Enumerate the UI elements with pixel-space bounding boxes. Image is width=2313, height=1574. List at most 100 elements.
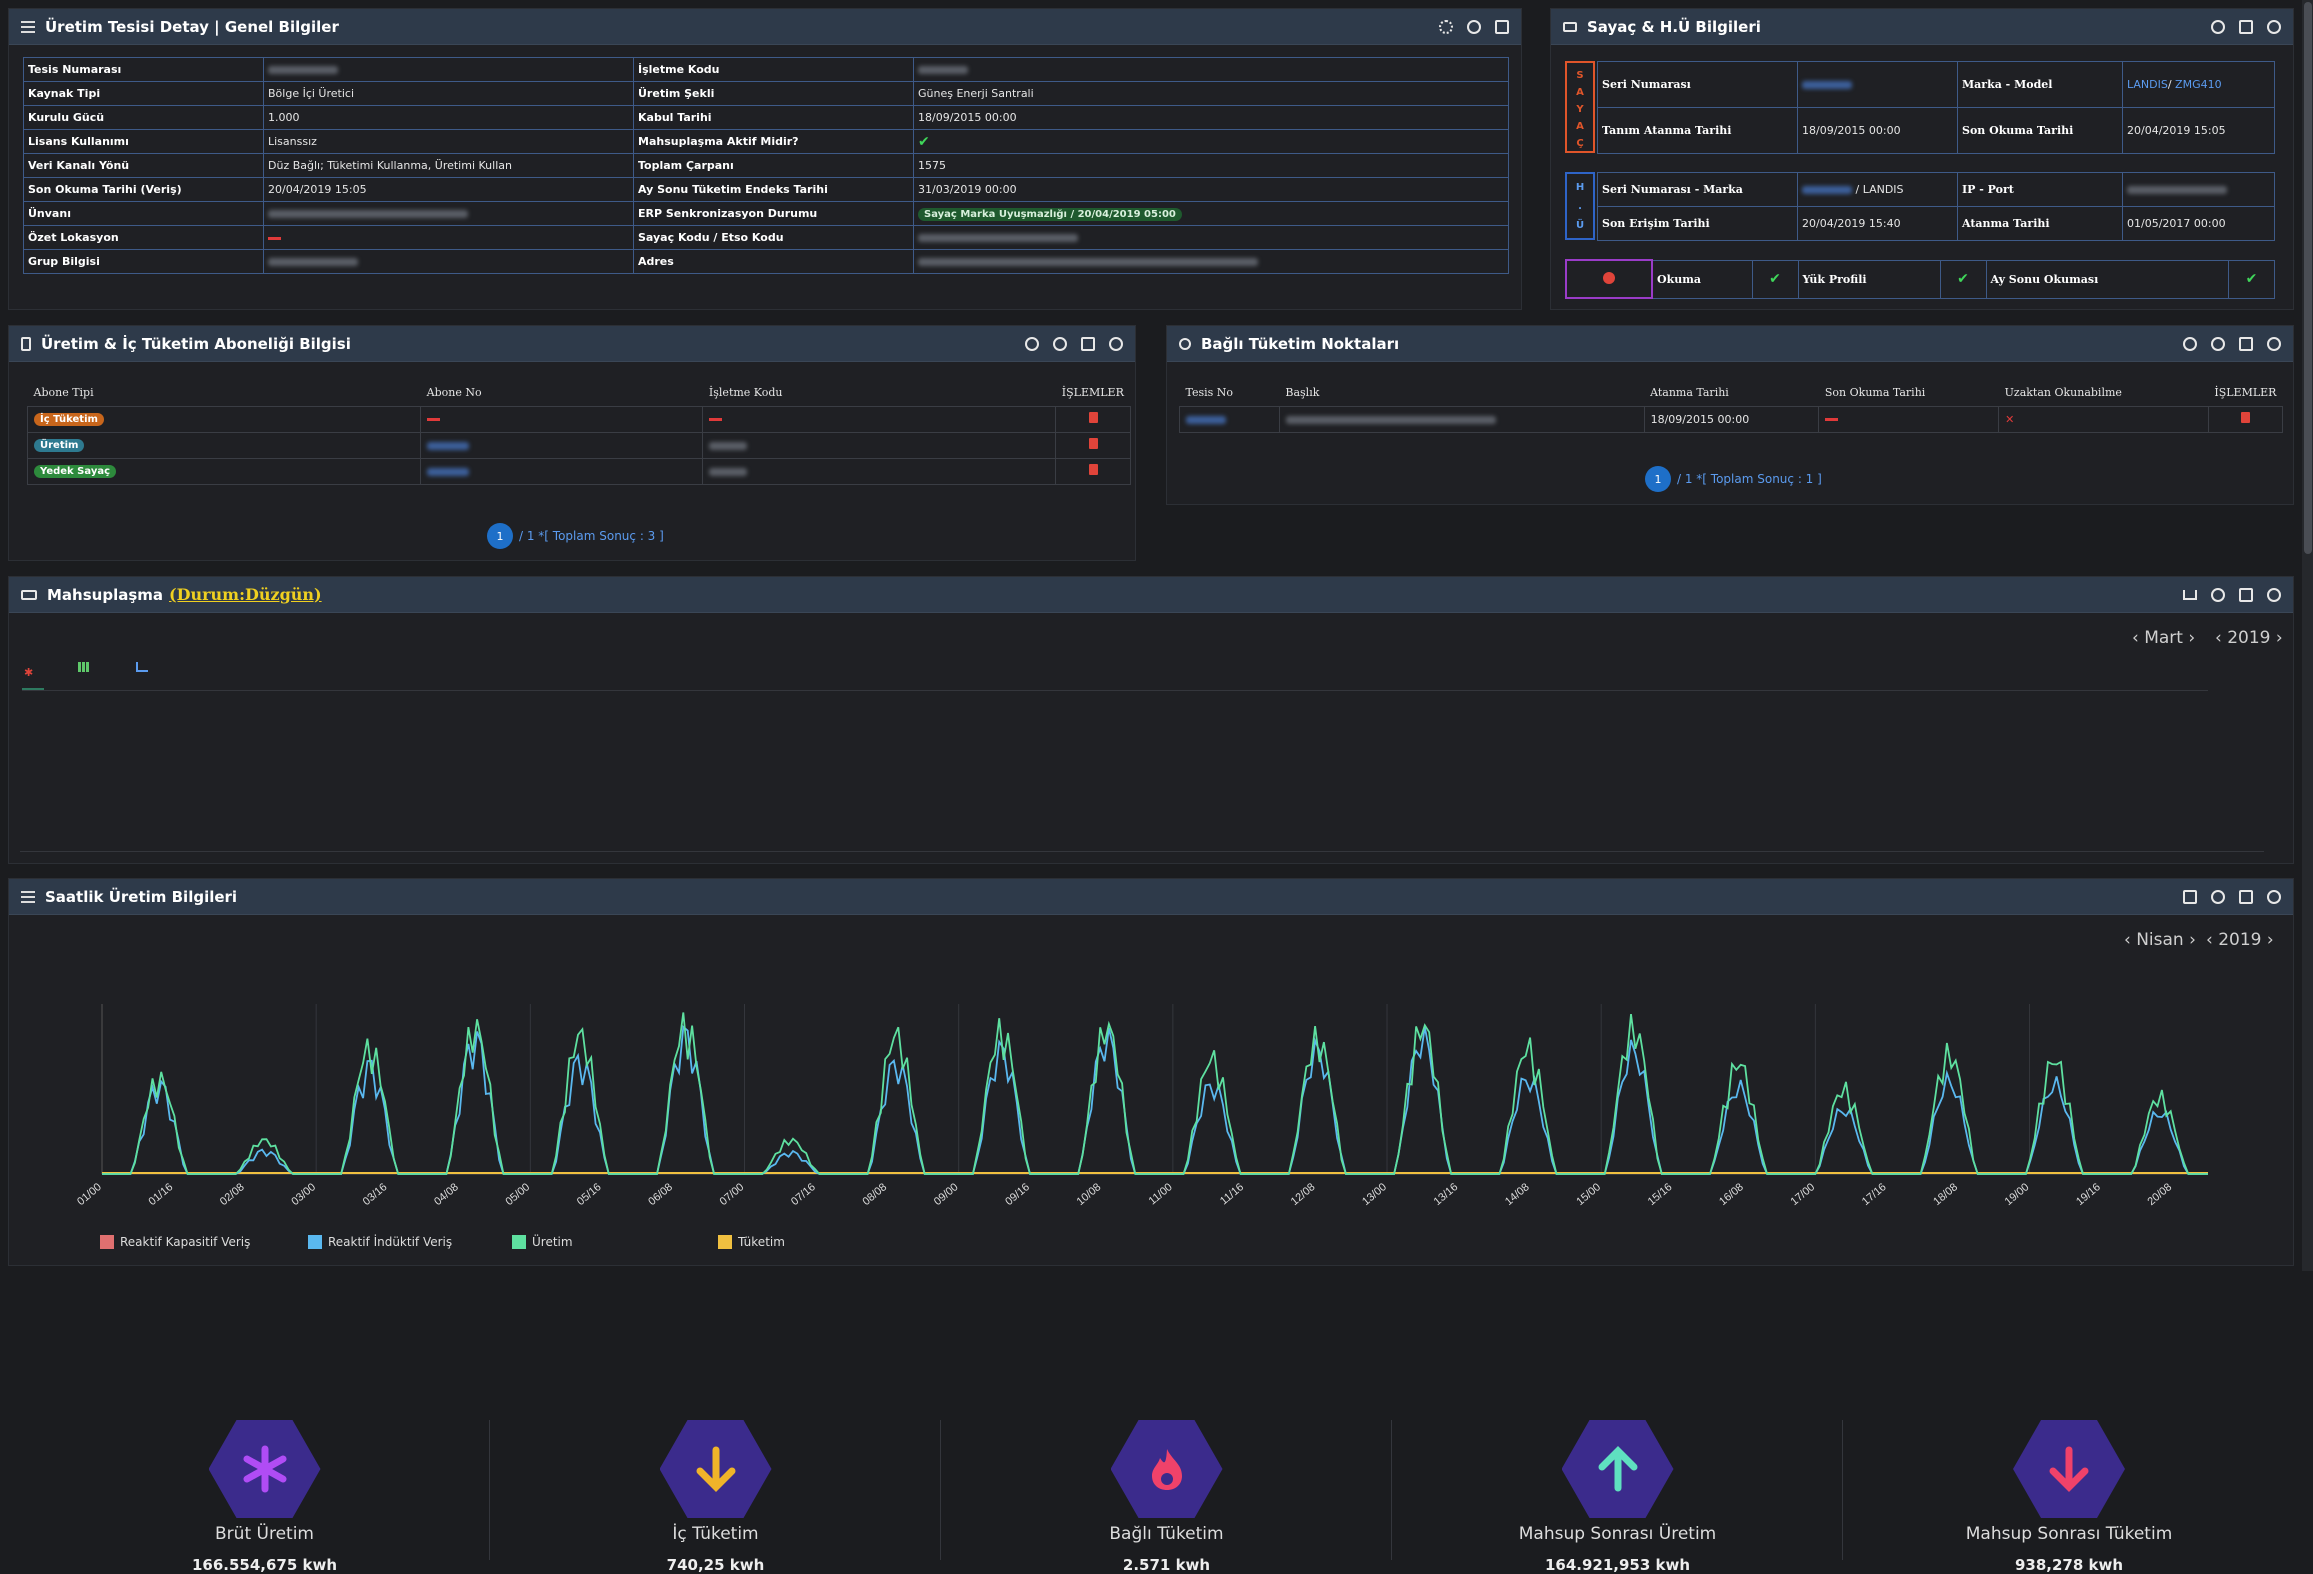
page-total: / 1 *[ Toplam Sonuç : 3 ]	[519, 529, 664, 543]
hu-vertical-label: H. Ü	[1565, 172, 1595, 240]
collapse-icon[interactable]	[2267, 587, 2281, 602]
collapse-icon[interactable]	[2267, 889, 2281, 904]
add-icon[interactable]	[1025, 336, 1039, 351]
stat-value: 2.571	[1122, 1556, 1171, 1574]
x-tick-label: 09/00	[932, 1181, 961, 1208]
seri-value	[1802, 81, 1852, 89]
expand-icon[interactable]	[2239, 889, 2253, 904]
stat-hexagon	[1561, 1420, 1674, 1518]
abone-tipi-badge: Yedek Sayaç	[34, 465, 117, 478]
x-tick-label: 19/16	[2074, 1181, 2103, 1208]
settings-icon[interactable]	[1439, 19, 1453, 34]
netting-stats-row: Brüt Üretim 166.554,675 kwh İç Tüketim 740,…	[20, 710, 2264, 1574]
hourly-title: Saatlik Üretim Bilgileri	[45, 887, 238, 906]
netting-tab-summary[interactable]: ✱	[22, 662, 44, 690]
x-tick-label: 10/08	[1075, 1181, 1104, 1208]
general-info-row: Lisans Kullanımı Lisanssız Mahsuplaşma Akt…	[23, 129, 1509, 154]
general-label: ERP Senkronizasyon Durumu	[633, 201, 914, 226]
table-row: İç Tüketim	[26, 405, 1131, 433]
delete-icon[interactable]	[1088, 412, 1098, 423]
x-tick-label: 18/08	[1931, 1181, 1960, 1208]
refresh-icon[interactable]	[1053, 336, 1067, 351]
abone-no-link[interactable]	[427, 441, 470, 450]
connected-title: Bağlı Tüketim Noktaları	[1201, 334, 1400, 353]
stat-label: Mahsup Sonrası Üretim	[1518, 1524, 1717, 1544]
x-tick-label: 16/08	[1717, 1181, 1746, 1208]
isletme-kodu-value	[709, 441, 748, 450]
arrow-down-icon	[691, 1444, 741, 1498]
subscription-panel: Üretim & İç Tüketim Aboneliği Bilgisi Ab…	[8, 325, 1136, 561]
general-value: 18/09/2015 00:00	[913, 105, 1509, 130]
stat-hexagon	[208, 1420, 321, 1518]
expand-icon[interactable]	[2239, 19, 2253, 34]
hourly-month-nav[interactable]: ‹ Nisan ›	[2124, 930, 2196, 950]
general-label: Ay Sonu Tüketim Endeks Tarihi	[633, 177, 914, 202]
table-icon[interactable]	[2183, 889, 2197, 904]
collapse-icon[interactable]	[2267, 19, 2281, 34]
legend-item[interactable]: Tüketim	[718, 1235, 785, 1249]
expand-icon[interactable]	[2239, 587, 2253, 602]
page-button[interactable]: 1	[1645, 466, 1671, 492]
x-tick-label: 08/08	[860, 1181, 889, 1208]
delete-icon[interactable]	[1088, 464, 1098, 475]
netting-month-nav[interactable]: ‹ Mart ›	[2132, 628, 2195, 648]
x-tick-label: 17/00	[1788, 1181, 1817, 1208]
netting-tab-table[interactable]	[78, 662, 92, 676]
son-okuma-empty	[1825, 418, 1839, 421]
connected-pagination: 1 / 1 *[ Toplam Sonuç : 1 ]	[1645, 466, 1822, 492]
delete-icon[interactable]	[2240, 412, 2250, 423]
expand-icon[interactable]	[1081, 336, 1095, 351]
expand-icon[interactable]	[2239, 336, 2253, 351]
refresh-icon[interactable]	[2211, 336, 2225, 351]
erisim-value: 20/04/2019 15:40	[1797, 206, 1958, 241]
subscription-pagination: 1 / 1 *[ Toplam Sonuç : 3 ]	[487, 523, 664, 549]
page-button[interactable]: 1	[487, 523, 513, 549]
collapse-icon[interactable]	[1109, 336, 1123, 351]
legend-swatch	[512, 1235, 526, 1249]
expand-icon[interactable]	[1495, 19, 1509, 34]
stat-label: Bağlı Tüketim	[1109, 1524, 1224, 1544]
delete-icon[interactable]	[1088, 438, 1098, 449]
general-label: Ünvanı	[23, 201, 264, 226]
add-icon[interactable]	[2183, 336, 2197, 351]
legend-item[interactable]: Reaktif İndüktif Veriş	[308, 1235, 452, 1249]
scrollbar-thumb[interactable]	[2303, 2, 2312, 554]
legend-item[interactable]: Üretim	[512, 1235, 573, 1249]
refresh-icon[interactable]	[1467, 19, 1481, 34]
stat-value-line: 164.921,953 kwh	[1393, 1556, 1842, 1574]
column-header: Uzaktan Okunabilme	[1998, 380, 2209, 407]
general-value: 20/04/2019 15:05	[263, 177, 634, 202]
isletme-kodu-value	[709, 467, 748, 476]
general-info-row: Kaynak Tipi Bölge İçi Üretici Üretim Şekli…	[23, 81, 1509, 106]
x-tick-label: 07/00	[718, 1181, 747, 1208]
refresh-icon[interactable]	[2211, 889, 2225, 904]
general-info-row: Veri Kanalı Yönü Düz Bağlı; Tüketimi Kull…	[23, 153, 1509, 178]
x-tick-label: 01/00	[75, 1181, 104, 1208]
model-link[interactable]: ZMG410	[2175, 78, 2222, 91]
erp-status-badge: Sayaç Marka Uyuşmazlığı / 20/04/2019 05:…	[918, 207, 1182, 221]
legend-item[interactable]: Reaktif Kapasitif Veriş	[100, 1235, 250, 1249]
x-tick-label: 01/16	[147, 1181, 176, 1208]
general-label: Mahsuplaşma Aktif Midir?	[633, 129, 914, 154]
legend-swatch	[100, 1235, 114, 1249]
refresh-icon[interactable]	[2211, 587, 2225, 602]
yuk-check-icon: ✔	[1957, 271, 1969, 287]
refresh-icon[interactable]	[2211, 19, 2225, 34]
hourly-year-nav[interactable]: ‹ 2019 ›	[2206, 930, 2274, 950]
collapse-icon[interactable]	[2267, 336, 2281, 351]
netting-year-nav[interactable]: ‹ 2019 ›	[2215, 628, 2283, 648]
stat-card: Mahsup Sonrası Tüketim 938,278 kwh	[1844, 1420, 2294, 1574]
download-icon[interactable]	[2183, 589, 2197, 600]
x-tick-label: 17/16	[1860, 1181, 1889, 1208]
abone-no-link[interactable]	[427, 467, 470, 476]
netting-tab-chart[interactable]	[136, 662, 150, 676]
general-value	[263, 225, 634, 250]
sayac-letter: A	[1576, 87, 1584, 98]
tesis-no-link[interactable]	[1186, 415, 1226, 424]
sayac-letter: Ç	[1576, 138, 1584, 149]
marka-link[interactable]: LANDIS	[2127, 78, 2168, 91]
legend-label: Reaktif Kapasitif Veriş	[120, 1235, 251, 1249]
scrollbar[interactable]	[2302, 0, 2313, 1271]
sayac-letter: S	[1576, 70, 1584, 81]
arrow-up-icon	[1593, 1444, 1643, 1498]
